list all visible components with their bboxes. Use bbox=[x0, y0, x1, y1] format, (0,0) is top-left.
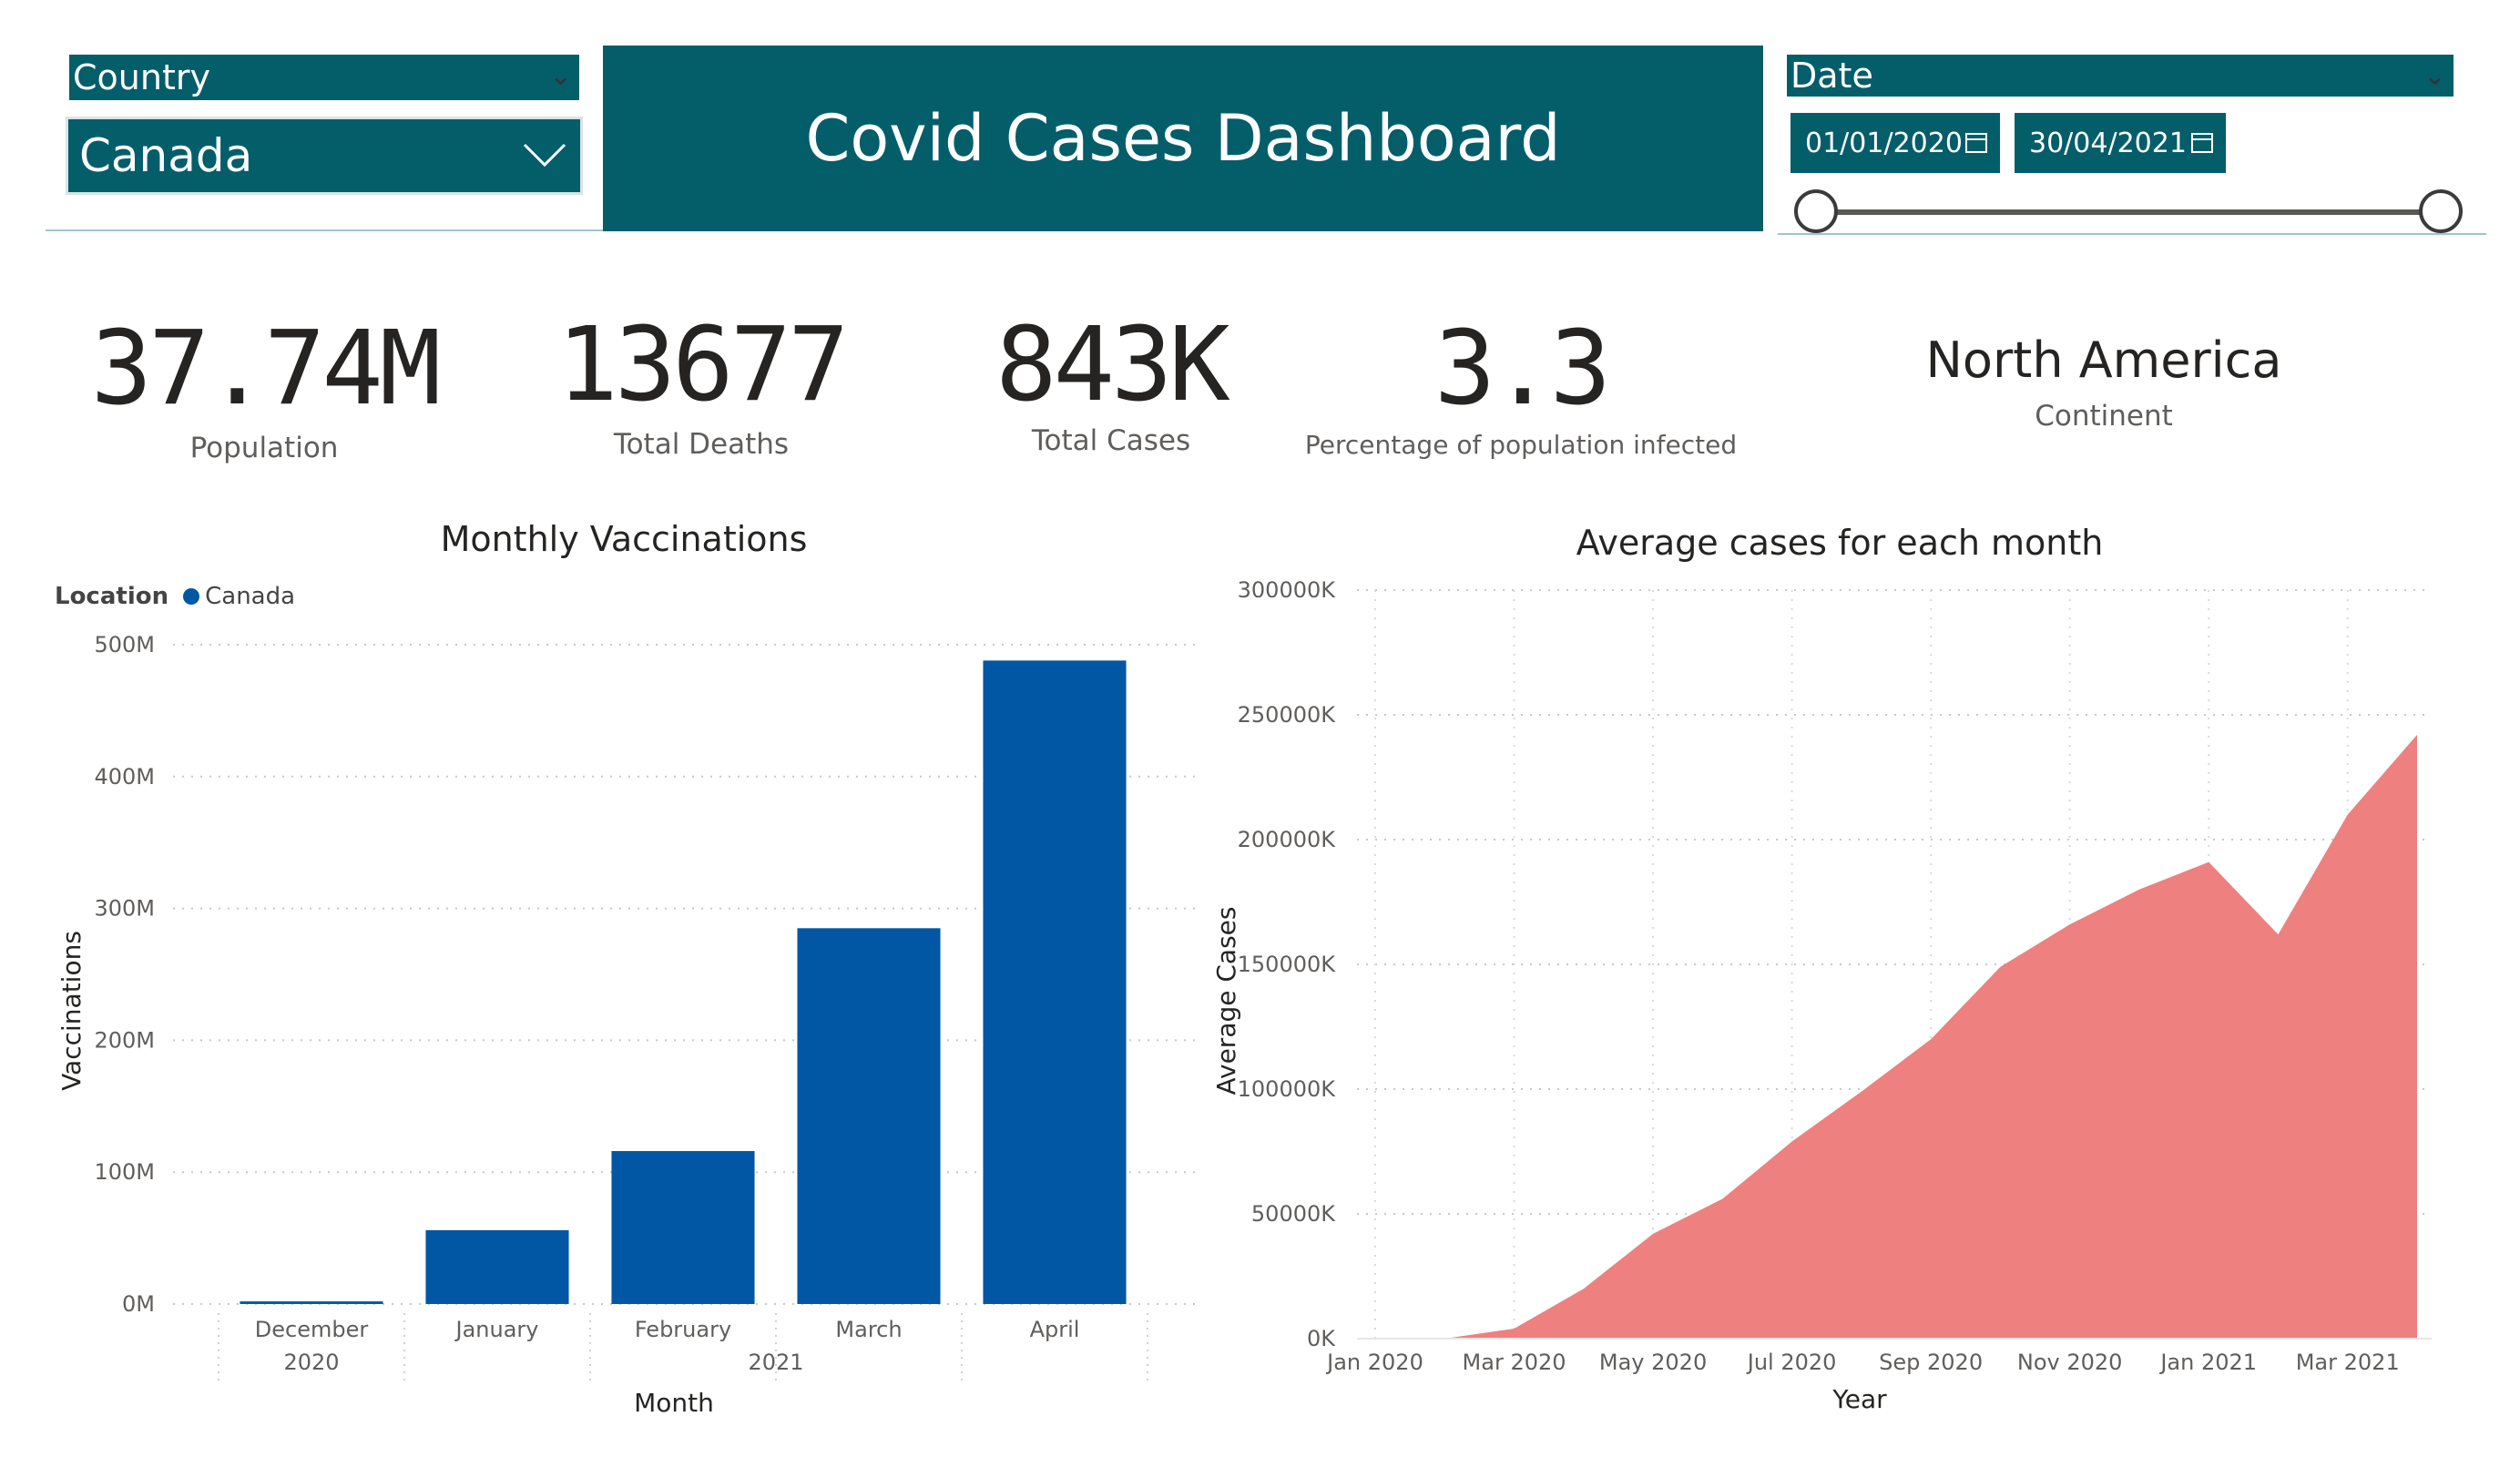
x-tick-label: Jul 2020 bbox=[1746, 1350, 1837, 1375]
y-tick-label: 500M bbox=[94, 632, 155, 657]
kpi-value: 37.74M bbox=[90, 310, 442, 428]
average-cases-area-chart: 0K 50000K 100000K 150000K 200000K 250000K 3000… bbox=[1211, 577, 2432, 1414]
x-tick-label: January bbox=[454, 1317, 539, 1342]
chart-title: Average cases for each month bbox=[1576, 523, 2104, 563]
country-dropdown[interactable]: Canada bbox=[66, 117, 583, 195]
date-range-start-handle[interactable] bbox=[1794, 189, 1838, 233]
chevron-down-icon[interactable]: ⌄ bbox=[549, 55, 572, 98]
y-tick-label: 150000K bbox=[1238, 952, 1337, 977]
kpi-continent: North America Continent bbox=[1849, 331, 2359, 433]
slicer-divider bbox=[1778, 233, 2486, 235]
y-tick-label: 400M bbox=[94, 764, 155, 790]
y-tick-label: 0K bbox=[1307, 1326, 1336, 1351]
country-dropdown-value: Canada bbox=[79, 129, 253, 182]
y-tick-label: 300M bbox=[94, 896, 155, 922]
kpi-label: Continent bbox=[2035, 400, 2173, 433]
x-tick-label: Mar 2020 bbox=[1463, 1350, 1566, 1375]
vaccinations-bar-chart: 0M 100M 200M 300M 400M 500M December January Feb… bbox=[56, 632, 1200, 1418]
chart-legend: Location Canada bbox=[55, 583, 295, 610]
area-series bbox=[1375, 734, 2417, 1339]
kpi-value: 843K bbox=[995, 306, 1230, 424]
legend-title: Location bbox=[55, 583, 169, 610]
slicer-divider bbox=[46, 229, 603, 231]
y-tick-label: 100M bbox=[94, 1159, 155, 1185]
y-tick-label: 50000K bbox=[1251, 1201, 1336, 1227]
end-date-input[interactable]: 30/04/2021 bbox=[2015, 113, 2226, 173]
start-date-input[interactable]: 01/01/2020 bbox=[1791, 113, 2000, 173]
y-tick-label: 200M bbox=[94, 1027, 155, 1053]
chevron-down-icon[interactable]: ⌄ bbox=[2423, 55, 2446, 98]
x-axis-title: Month bbox=[634, 1388, 714, 1418]
kpi-label: Percentage of population infected bbox=[1304, 430, 1738, 460]
kpi-label: Total Deaths bbox=[613, 428, 790, 461]
date-slicer-label: Date bbox=[1791, 56, 1873, 96]
kpi-total-cases: 843K Total Cases bbox=[902, 306, 1321, 457]
page-title: Covid Cases Dashboard bbox=[805, 101, 1561, 176]
start-date-value: 01/01/2020 bbox=[1805, 127, 1963, 159]
end-date-value: 30/04/2021 bbox=[2029, 127, 2187, 159]
date-range-end-handle[interactable] bbox=[2419, 189, 2463, 233]
y-axis-title: Vaccinations bbox=[56, 931, 87, 1091]
country-slicer-label: Country bbox=[73, 57, 210, 97]
date-range-track[interactable] bbox=[1818, 209, 2443, 215]
y-tick-label: 0M bbox=[122, 1291, 155, 1317]
y-tick-label: 100000K bbox=[1238, 1076, 1337, 1102]
kpi-total-deaths: 13677 Total Deaths bbox=[492, 306, 911, 461]
legend-dot bbox=[183, 588, 200, 605]
x-tick-label: May 2020 bbox=[1599, 1350, 1707, 1375]
legend-entry: Canada bbox=[205, 583, 296, 610]
chart-title: Monthly Vaccinations bbox=[440, 519, 808, 559]
kpi-value: North America bbox=[1925, 331, 2282, 389]
y-tick-label: 250000K bbox=[1238, 702, 1337, 728]
bar bbox=[983, 660, 1127, 1304]
y-tick-label: 200000K bbox=[1238, 827, 1337, 852]
x-tick-label: April bbox=[1030, 1317, 1080, 1342]
kpi-value: 13677 bbox=[556, 306, 849, 424]
x-tick-label: Mar 2021 bbox=[2296, 1350, 2400, 1375]
x-axis-title: Year bbox=[1831, 1384, 1887, 1414]
country-slicer-header[interactable]: Country ⌄ bbox=[69, 55, 579, 100]
bar bbox=[797, 928, 941, 1304]
kpi-percent-infected: 3.3 Percentage of population infected bbox=[1293, 310, 1749, 460]
y-tick-label: 300000K bbox=[1238, 577, 1337, 603]
x-tick-label: February bbox=[635, 1317, 731, 1342]
x-tick-label: Jan 2020 bbox=[1325, 1350, 1423, 1375]
kpi-population: 37.74M Population bbox=[55, 310, 474, 464]
x-tick-label: March bbox=[835, 1317, 902, 1342]
y-axis-title: Average Cases bbox=[1211, 907, 1241, 1095]
x-tick-label: December bbox=[255, 1317, 369, 1342]
kpi-label: Total Cases bbox=[1031, 424, 1191, 457]
x-tick-label: Nov 2020 bbox=[2017, 1350, 2123, 1375]
chevron-down-icon[interactable] bbox=[522, 141, 567, 168]
calendar-icon[interactable] bbox=[1965, 133, 1987, 153]
dashboard-title-banner: Covid Cases Dashboard bbox=[603, 46, 1763, 231]
x-tick-label: Jan 2021 bbox=[2158, 1350, 2257, 1375]
year-group-label: 2020 bbox=[283, 1350, 339, 1375]
bar bbox=[611, 1151, 755, 1304]
bar bbox=[425, 1229, 569, 1304]
kpi-value: 3.3 bbox=[1433, 310, 1611, 428]
year-group-label: 2021 bbox=[748, 1350, 803, 1375]
date-slicer-header[interactable]: Date ⌄ bbox=[1787, 55, 2454, 97]
kpi-label: Population bbox=[189, 432, 339, 464]
calendar-icon[interactable] bbox=[2191, 133, 2213, 153]
bar bbox=[240, 1301, 383, 1304]
x-tick-label: Sep 2020 bbox=[1879, 1350, 1983, 1375]
